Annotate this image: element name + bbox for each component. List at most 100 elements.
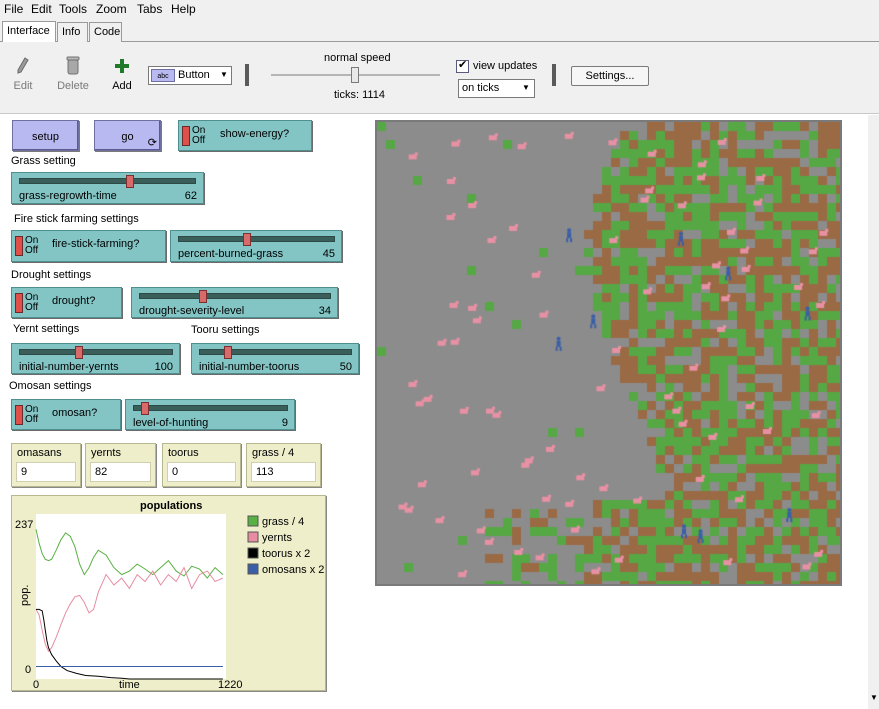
switch-toggle[interactable]: On Off [182,125,206,147]
edit-button[interactable]: Edit [0,80,48,92]
slider-thumb[interactable] [75,346,83,359]
omasans-monitor: omasans 9 [11,443,81,487]
monitor-value: 113 [251,462,316,482]
slider-thumb[interactable] [224,346,232,359]
view-updates-checkbox[interactable]: ✔ [456,59,469,73]
view-updates-label: view updates [473,60,538,72]
trash-icon[interactable] [66,56,80,75]
slider-thumb[interactable] [141,402,149,415]
show-energy-switch[interactable]: On Off show-energy? [178,120,312,151]
x-axis-label: time [119,679,140,691]
legend-label-0: grass / 4 [262,516,304,528]
monitor-value: 9 [16,462,76,482]
populations-plot: populations 237 0 0 1220 time pop. grass… [11,495,326,691]
widget-type-select[interactable]: abc Button ▼ [148,66,232,85]
vertical-scrollbar[interactable]: ▼ [868,115,879,709]
grass-regrowth-slider[interactable]: grass-regrowth-time 62 [11,172,204,204]
menu-zoom[interactable]: Zoom [96,2,127,16]
initial-toorus-slider[interactable]: initial-number-toorus 50 [191,343,359,374]
tab-info[interactable]: Info [57,22,88,42]
scroll-down-arrow-icon[interactable]: ▼ [870,693,878,702]
go-button[interactable]: go ⟳ [94,120,161,151]
chart-title: populations [140,500,202,512]
slider-thumb[interactable] [199,290,207,303]
menu-help[interactable]: Help [171,2,196,16]
monitor-value: 0 [167,462,236,482]
toolbar-separator [245,64,249,86]
pencil-icon[interactable] [16,57,30,75]
level-of-hunting-slider[interactable]: level-of-hunting 9 [125,399,295,430]
monitor-label: grass / 4 [252,447,295,459]
menu-tools[interactable]: Tools [59,2,87,16]
slider-track[interactable] [178,236,335,242]
legend-swatch-1 [247,531,259,543]
switch-toggle[interactable]: On Off [15,235,39,257]
slider-track[interactable] [19,178,196,184]
ticks-counter: ticks: 1114 [334,89,385,101]
switch-off-label: Off [25,414,39,425]
update-mode-value: on ticks [462,82,500,94]
settings-button[interactable]: Settings... [571,66,649,86]
menu-bar: File Edit Tools Zoom Tabs Help [0,0,879,19]
x-tick-min: 0 [33,679,39,691]
slider-track[interactable] [139,293,331,299]
omosan-switch[interactable]: On Off omosan? [11,399,121,430]
grass-monitor: grass / 4 113 [246,443,321,487]
grass-section-label: Grass setting [11,155,76,167]
yernts-monitor: yernts 82 [85,443,156,487]
tab-interface[interactable]: Interface [2,21,56,42]
switch-off-label: Off [192,135,206,146]
setup-button[interactable]: setup [12,120,79,151]
percent-burned-grass-slider[interactable]: percent-burned-grass 45 [170,230,342,262]
x-tick-max: 1220 [218,679,242,691]
slider-thumb[interactable] [126,175,134,188]
fire-stick-farming-switch[interactable]: On Off fire-stick-farming? [11,230,166,262]
yernt-section-label: Yernt settings [13,323,80,335]
y-tick-min: 0 [25,664,31,676]
legend-swatch-0 [247,515,259,527]
slider-track[interactable] [199,349,352,355]
slider-track[interactable] [133,405,288,411]
slider-name: level-of-hunting [133,417,209,429]
tooru-section-label: Tooru settings [191,324,260,336]
show-energy-label: show-energy? [220,128,290,140]
menu-file[interactable]: File [4,2,23,16]
plus-icon[interactable] [114,58,130,74]
tab-code[interactable]: Code [89,22,122,42]
toolbar: Edit Delete Add abc Button ▼ normal spee… [0,42,879,114]
switch-off-label: Off [25,245,39,256]
slider-thumb[interactable] [243,233,251,246]
slider-track[interactable] [19,349,173,355]
add-button[interactable]: Add [97,80,147,92]
world-view[interactable] [375,120,842,586]
drought-switch[interactable]: On Off drought? [11,287,122,318]
toorus-monitor: toorus 0 [162,443,241,487]
switch-off-label: Off [25,302,39,313]
switch-toggle[interactable]: On Off [15,404,39,426]
menu-edit[interactable]: Edit [31,2,52,16]
legend-label-2: toorus x 2 [262,548,310,560]
world-canvas[interactable] [377,122,840,584]
slider-value: 34 [318,305,331,317]
drought-severity-slider[interactable]: drought-severity-level 34 [131,287,338,318]
slider-value: 50 [339,361,352,373]
slider-name: grass-regrowth-time [19,190,117,202]
chevron-down-icon: ▼ [220,70,228,79]
slider-name: initial-number-toorus [199,361,300,373]
chevron-down-icon: ▼ [522,83,530,92]
initial-yernts-slider[interactable]: initial-number-yernts 100 [11,343,180,374]
delete-button[interactable]: Delete [48,80,98,92]
plot-area [36,514,226,679]
tab-strip: Interface Info Code [0,19,879,42]
legend-swatch-3 [247,563,259,575]
switch-knob [15,293,23,313]
omosan-section-label: Omosan settings [9,380,92,392]
omosan-label: omosan? [52,407,98,419]
speed-slider-thumb[interactable] [351,67,359,83]
update-mode-select[interactable]: on ticks ▼ [458,79,535,98]
legend-swatch-2 [247,547,259,559]
switch-toggle[interactable]: On Off [15,292,39,314]
menu-tabs[interactable]: Tabs [137,2,162,16]
slider-value: 45 [322,248,335,260]
slider-name: percent-burned-grass [178,248,284,260]
